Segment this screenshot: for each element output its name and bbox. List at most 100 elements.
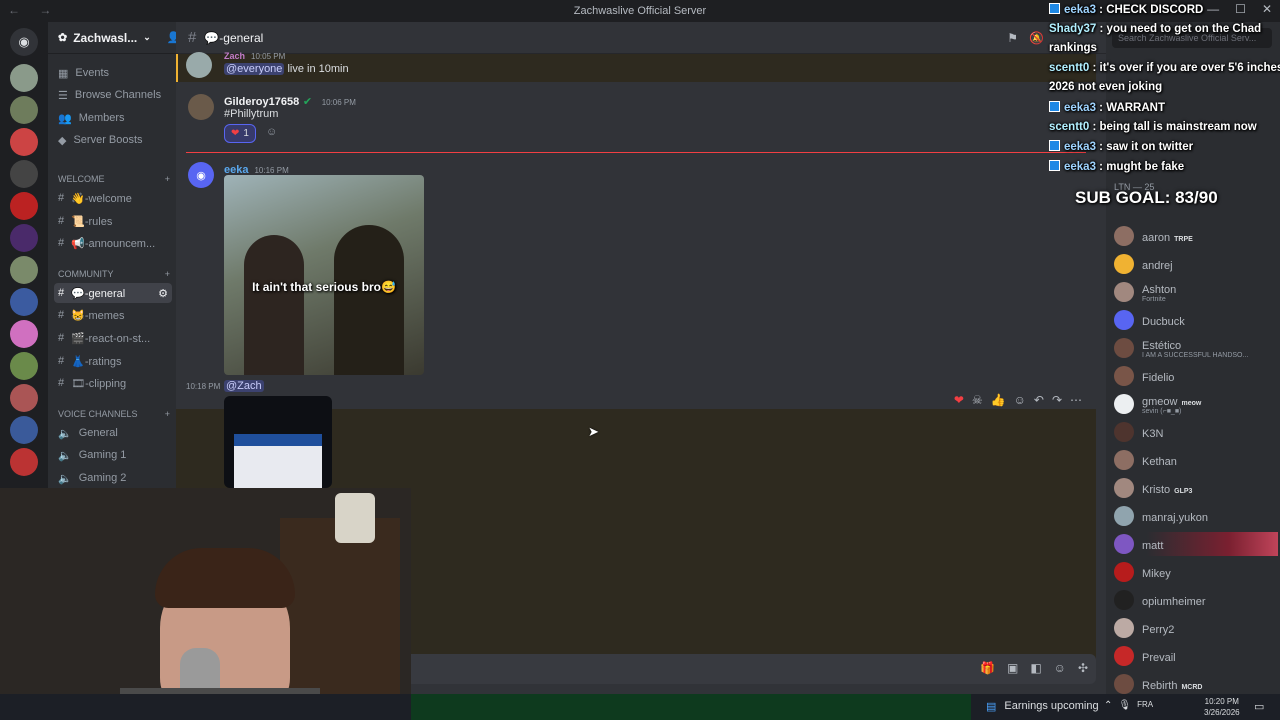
member-item[interactable]: Prevail: [1114, 644, 1278, 668]
gift-icon[interactable]: 🎁: [980, 661, 995, 675]
mic-icon[interactable]: 🎙: [1118, 700, 1131, 711]
channel-label: Gaming 2: [78, 472, 127, 484]
server-icon[interactable]: [10, 288, 38, 316]
member-item[interactable]: matt: [1114, 532, 1278, 556]
member-item[interactable]: Ducbuck: [1114, 308, 1278, 332]
history-arrows[interactable]: ← →: [8, 3, 59, 17]
member-item[interactable]: Perry2: [1114, 616, 1278, 640]
server-icon[interactable]: [10, 384, 38, 412]
server-icon[interactable]: [10, 352, 38, 380]
threads-icon[interactable]: ⚑: [1007, 31, 1018, 45]
nav-events[interactable]: ▦ Events: [54, 63, 172, 83]
member-item[interactable]: opiumheimer: [1114, 588, 1278, 612]
channel-general[interactable]: # 💬-general ⚙: [54, 283, 172, 303]
server-icon: ✿: [58, 32, 68, 44]
nav-browse-channels[interactable]: ☰ Browse Channels: [54, 85, 172, 105]
clock[interactable]: 10:20 PM 3/26/2026: [1204, 696, 1240, 718]
category-welcome[interactable]: WELCOME +: [58, 174, 170, 184]
channel-announcements[interactable]: # 📢-announcem...: [54, 233, 172, 253]
member-item[interactable]: Mikey: [1114, 560, 1278, 584]
member-item[interactable]: gmeow meow sevin (⌐■_■): [1114, 392, 1278, 416]
thumbs-up-icon[interactable]: 👍: [991, 393, 1006, 407]
category-community[interactable]: COMMUNITY +: [58, 269, 170, 279]
channel-react-on-stream[interactable]: # 🎬-react-on-st...: [54, 328, 172, 348]
server-icon[interactable]: [10, 224, 38, 252]
voice-channel-gaming-2[interactable]: 🔈 Gaming 2: [54, 468, 172, 488]
minimize-button[interactable]: —: [1207, 2, 1219, 16]
video-attachment[interactable]: It ain't that serious bro😅: [224, 175, 424, 375]
server-icon[interactable]: [10, 256, 38, 284]
member-name: manraj.yukon: [1142, 511, 1209, 524]
apps-icon[interactable]: ✣: [1078, 661, 1088, 675]
notification-icon[interactable]: ▭: [1254, 700, 1264, 713]
message-author[interactable]: Zach: [224, 51, 245, 61]
member-item[interactable]: Kristo GLP3: [1114, 476, 1278, 500]
channel-clipping[interactable]: # 🎞-clipping: [54, 373, 172, 393]
more-icon[interactable]: ⋯: [1070, 393, 1082, 407]
member-item[interactable]: Estético I AM A SUCCESSFUL HANDSO...: [1114, 336, 1278, 360]
avatar[interactable]: ◉: [188, 162, 214, 188]
channel-memes[interactable]: # 😸-memes: [54, 305, 172, 325]
add-reaction-icon[interactable]: ☺: [266, 126, 277, 138]
avatar: [1114, 618, 1134, 638]
channel-welcome[interactable]: # 👋-welcome: [54, 188, 172, 208]
reaction-heart[interactable]: ❤ 1: [224, 124, 256, 143]
server-icon[interactable]: [10, 448, 38, 476]
hash-icon: #: [188, 29, 197, 46]
clock-time: 10:20 PM: [1204, 697, 1239, 706]
category-voice[interactable]: VOICE CHANNELS +: [58, 409, 170, 419]
forward-icon[interactable]: ↷: [1052, 393, 1062, 407]
add-channel-icon[interactable]: +: [165, 174, 170, 184]
avatar[interactable]: [186, 52, 212, 78]
reply-icon[interactable]: ↶: [1034, 393, 1044, 407]
discord-home-icon[interactable]: ◉: [10, 28, 38, 56]
server-icon[interactable]: [10, 160, 38, 188]
chevron-up-icon[interactable]: ⌃: [1104, 700, 1112, 711]
mention-user[interactable]: @Zach: [224, 380, 264, 392]
notification-icon[interactable]: 🔕: [1029, 31, 1044, 45]
overlay-chat-line: eeka3 : CHECK DISCORD: [1049, 3, 1203, 16]
emoji-icon[interactable]: ☺: [1054, 661, 1066, 675]
server-icon[interactable]: [10, 320, 38, 348]
language-label[interactable]: FRA: [1137, 700, 1153, 711]
sticker-icon[interactable]: ◧: [1030, 661, 1041, 675]
member-item[interactable]: Kethan: [1114, 448, 1278, 472]
member-item[interactable]: K3N: [1114, 420, 1278, 444]
mention-everyone[interactable]: @everyone: [224, 63, 285, 75]
member-item[interactable]: Rebirth MCRD: [1114, 672, 1278, 696]
voice-channel-gaming-1[interactable]: 🔈 Gaming 1: [54, 445, 172, 465]
server-icon[interactable]: [10, 192, 38, 220]
nav-members[interactable]: 👥 Members: [54, 108, 172, 128]
close-button[interactable]: ✕: [1262, 2, 1272, 16]
gif-icon[interactable]: ▣: [1007, 661, 1018, 675]
badge-icon: [1049, 3, 1060, 14]
member-item[interactable]: manraj.yukon: [1114, 504, 1278, 528]
voice-channel-general[interactable]: 🔈 General: [54, 423, 172, 443]
message-author[interactable]: Gilderoy17658: [224, 96, 299, 108]
member-status: I AM A SUCCESSFUL HANDSO...: [1142, 352, 1249, 359]
server-header[interactable]: ✿ Zachwasl... ⌄ 👤: [48, 22, 181, 54]
channel-rules[interactable]: # 📜-rules: [54, 211, 172, 231]
avatar: [1114, 422, 1134, 442]
add-channel-icon[interactable]: +: [165, 269, 170, 279]
server-icon[interactable]: [10, 96, 38, 124]
avatar[interactable]: [188, 94, 214, 120]
avatar: [1114, 226, 1134, 246]
add-channel-icon[interactable]: +: [165, 409, 170, 419]
member-item[interactable]: andrej: [1114, 252, 1278, 276]
news-widget[interactable]: ▤ Earnings upcoming: [986, 700, 1099, 713]
add-reaction-icon[interactable]: ☺: [1014, 393, 1026, 407]
server-icon[interactable]: [10, 416, 38, 444]
settings-icon[interactable]: ⚙: [158, 287, 168, 300]
nav-server-boosts[interactable]: ◆ Server Boosts: [54, 130, 172, 150]
server-icon[interactable]: [10, 128, 38, 156]
maximize-button[interactable]: ☐: [1235, 2, 1246, 16]
member-item[interactable]: Ashton Fortnite: [1114, 280, 1278, 304]
server-icon[interactable]: [10, 64, 38, 92]
image-attachment[interactable]: [224, 396, 332, 488]
skull-reaction-icon[interactable]: ☠: [972, 393, 983, 407]
channel-ratings[interactable]: # 👗-ratings: [54, 351, 172, 371]
member-item[interactable]: Fidelio: [1114, 364, 1278, 388]
heart-reaction-icon[interactable]: ❤: [954, 393, 964, 407]
member-item[interactable]: aaron TRPE: [1114, 224, 1278, 248]
